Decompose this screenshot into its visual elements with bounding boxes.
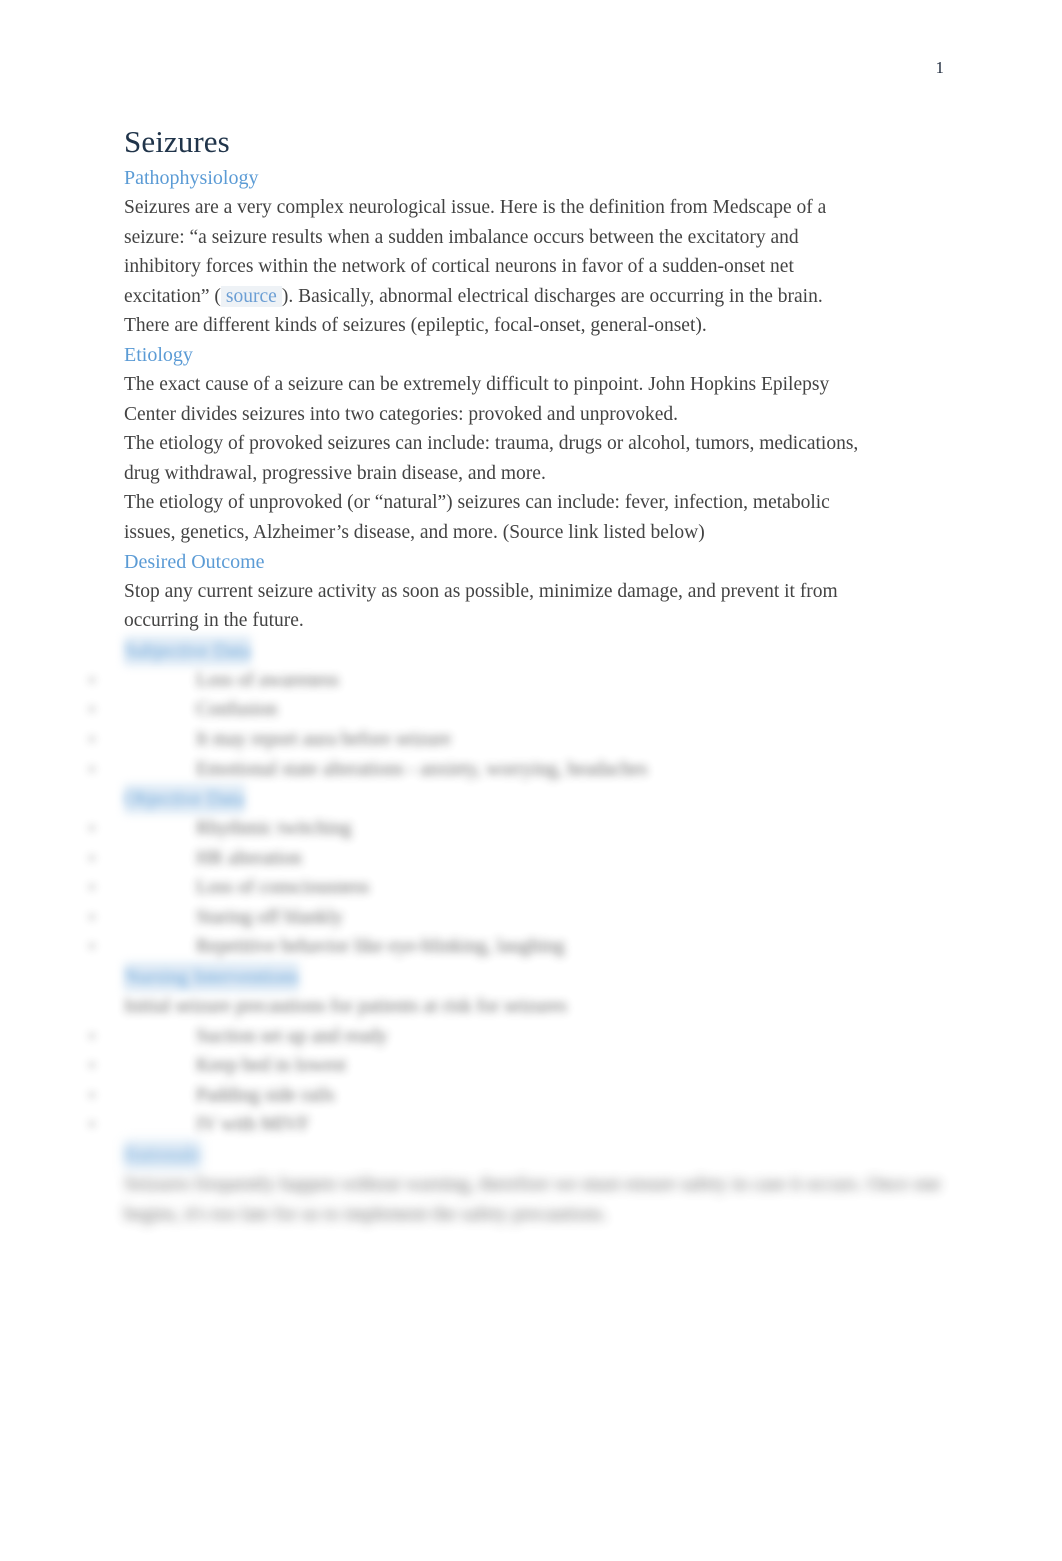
paragraph-pathophysiology: Seizures are a very complex neurological… [124,193,872,341]
list-item: Loss of consciousness [89,873,872,903]
list-item: Repetitive behavior like eye-blinking, l… [89,932,872,962]
section-heading-objective-data: Objective Data [124,784,245,815]
section-heading-subjective-data: Subjective Data [124,635,252,666]
section-heading-pathophysiology: Pathophysiology [124,167,259,189]
section-heading-desired-outcome: Desired Outcome [124,550,265,573]
list-item: Keep bed in lowest [89,1051,872,1081]
section-heading-rationale-wrap: Rationale [124,1140,954,1171]
obscured-rationale-region: Rationale Seizures frequently happen wit… [124,1140,954,1229]
source-link[interactable]: source [220,285,282,307]
list-item: Suction set up and ready [89,1022,872,1052]
section-heading-etiology: Etiology [124,343,193,366]
list-subjective-data: Loss of awareness Confusion It may repor… [89,666,872,785]
list-objective-data: Rhythmic twitching HR alteration Loss of… [89,814,872,962]
list-item: Padding side rails [89,1081,872,1111]
paragraph-etiology-1: The exact cause of a seizure can be extr… [124,373,830,425]
document-page: 1 Seizures Pathophysiology Seizures are … [0,0,1062,1561]
list-item: It may report aura before seizure [89,725,872,755]
list-item: Confusion [89,695,872,725]
section-heading-nursing-interventions: Nursing Interventions [124,962,299,993]
page-title: Seizures [124,124,230,159]
paragraph-etiology-3: The etiology of unprovoked (or “natural”… [124,492,830,543]
section-heading-objective-data-wrap: Objective Data [124,784,872,815]
list-item: Loss of awareness [89,666,872,696]
document-content: Seizures Pathophysiology Seizures are a … [89,122,941,1229]
paragraph-desired-outcome-1: Stop any current seizure activity as soo… [124,580,838,632]
list-item: HR alteration [89,844,872,874]
list-item: IV with MIVF [89,1110,872,1140]
list-nursing-interventions: Suction set up and ready Keep bed in low… [89,1022,872,1140]
obscured-content-region: Subjective Data Loss of awareness Confus… [89,635,872,1140]
paragraph-rationale-1: Seizures frequently happen without warni… [124,1174,942,1225]
page-number: 1 [935,58,945,77]
section-heading-rationale: Rationale [124,1140,201,1171]
list-item: Rhythmic twitching [89,814,872,844]
section-heading-subjective-data-wrap: Subjective Data [124,635,872,666]
paragraph-etiology-2: The etiology of provoked seizures can in… [124,433,859,484]
section-heading-nursing-interventions-wrap: Nursing Interventions [124,962,872,993]
paragraph-nursing-interventions-intro: Initial seizure precautions for patients… [124,996,567,1018]
list-item: Emotional state alterations - anxiety, w… [89,755,872,785]
list-item: Staring off blankly [89,903,872,933]
